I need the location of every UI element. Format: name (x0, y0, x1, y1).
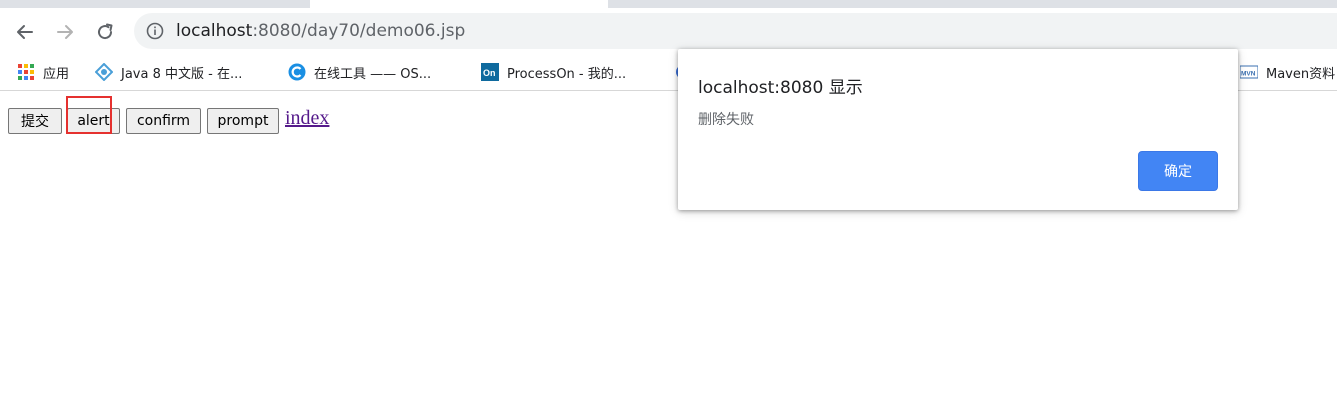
bookmark-label: Java 8 中文版 - 在... (121, 66, 243, 82)
oschina-icon (288, 63, 306, 81)
bookmark-label: 应用 (43, 66, 70, 82)
maven-icon: MVN (1239, 63, 1259, 81)
index-link[interactable]: index (285, 107, 329, 130)
java-doc-icon (94, 62, 114, 82)
confirm-button[interactable]: confirm (126, 108, 201, 134)
highlight-box (66, 96, 112, 134)
bookmark-label: Maven资料 (1266, 66, 1336, 82)
back-button[interactable] (11, 18, 39, 46)
bookmark-oschina[interactable]: 在线工具 —— OS... (288, 62, 431, 82)
ok-button[interactable]: 确定 (1138, 151, 1218, 191)
info-icon[interactable] (146, 22, 164, 40)
alert-dialog: localhost:8080 显示 删除失败 确定 (678, 49, 1238, 210)
bookmark-label: ProcessOn - 我的... (507, 66, 627, 82)
prompt-button[interactable]: prompt (207, 108, 279, 134)
forward-button[interactable] (51, 18, 79, 46)
bookmark-java8[interactable]: Java 8 中文版 - 在... (94, 62, 243, 82)
browser-toolbar: localhost:8080/day70/demo06.jsp (0, 8, 1337, 54)
address-bar[interactable]: localhost:8080/day70/demo06.jsp (134, 13, 1337, 49)
bookmark-processon[interactable]: On ProcessOn - 我的... (481, 62, 626, 82)
bookmark-apps[interactable]: 应用 (17, 62, 69, 82)
processon-icon: On (481, 63, 499, 81)
dialog-title: localhost:8080 显示 (698, 78, 863, 98)
back-arrow-icon (17, 25, 33, 39)
tab-strip (0, 0, 1337, 8)
dialog-message: 删除失败 (698, 112, 754, 128)
bookmark-maven[interactable]: MVN Maven资料 (1239, 62, 1336, 82)
active-tab[interactable] (310, 0, 608, 8)
bookmark-label: 在线工具 —— OS... (314, 66, 432, 82)
svg-text:On: On (483, 68, 496, 78)
svg-text:MVN: MVN (1241, 71, 1256, 78)
reload-icon (98, 23, 113, 40)
submit-button[interactable]: 提交 (8, 108, 62, 134)
reload-button[interactable] (91, 18, 119, 46)
forward-arrow-icon (57, 25, 73, 39)
url-text: localhost:8080/day70/demo06.jsp (176, 21, 466, 41)
apps-grid-icon (17, 63, 35, 81)
